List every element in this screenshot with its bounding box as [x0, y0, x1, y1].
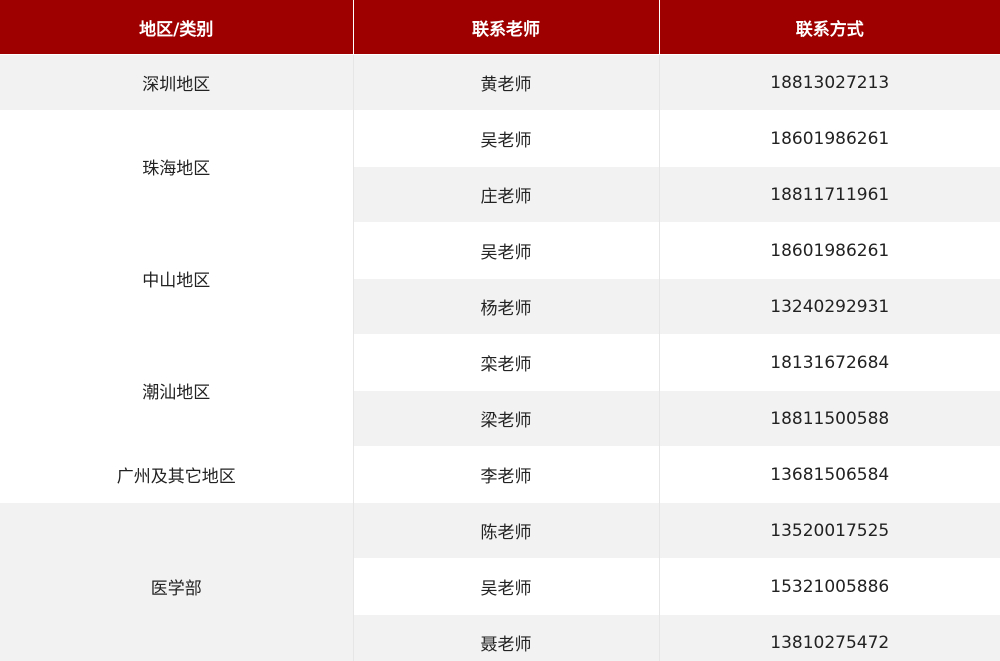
table-header-row: 地区/类别 联系老师 联系方式 [0, 0, 1000, 55]
teacher-cell: 聂老师 [353, 614, 660, 661]
region-cell: 潮汕地区 [0, 334, 354, 447]
teacher-cell: 吴老师 [353, 558, 660, 615]
teacher-cell: 吴老师 [353, 222, 660, 279]
contact-table: 地区/类别 联系老师 联系方式 深圳地区 黄老师 18813027213 珠海地… [0, 0, 1000, 661]
phone-cell: 13520017525 [659, 502, 1000, 559]
teacher-cell: 庄老师 [353, 166, 660, 223]
phone-cell: 18601986261 [659, 222, 1000, 279]
phone-cell: 13810275472 [659, 614, 1000, 661]
phone-cell: 13681506584 [659, 446, 1000, 503]
teacher-cell: 吴老师 [353, 110, 660, 167]
phone-cell: 13240292931 [659, 278, 1000, 335]
region-cell: 深圳地区 [0, 54, 354, 111]
phone-cell: 15321005886 [659, 558, 1000, 615]
phone-cell: 18813027213 [659, 54, 1000, 111]
region-cell: 中山地区 [0, 222, 354, 335]
table-row: 潮汕地区 栾老师 18131672684 [0, 334, 1000, 447]
table-row: 广州及其它地区 李老师 13681506584 [0, 446, 1000, 503]
teacher-cell: 黄老师 [353, 54, 660, 111]
contact-column-header: 联系方式 [659, 0, 1000, 55]
table-row: 深圳地区 黄老师 18813027213 [0, 54, 1000, 111]
teacher-column-header: 联系老师 [353, 0, 660, 55]
teacher-cell: 陈老师 [353, 502, 660, 559]
table-row: 医学部 陈老师 13520017525 [0, 502, 1000, 661]
phone-cell: 18811711961 [659, 166, 1000, 223]
region-column-header: 地区/类别 [0, 0, 354, 55]
table-row: 中山地区 吴老师 18601986261 [0, 222, 1000, 335]
teacher-cell: 栾老师 [353, 334, 660, 391]
phone-cell: 18601986261 [659, 110, 1000, 167]
region-cell: 广州及其它地区 [0, 446, 354, 503]
teacher-cell: 杨老师 [353, 278, 660, 335]
region-cell: 医学部 [0, 502, 354, 661]
phone-cell: 18131672684 [659, 334, 1000, 391]
table-row: 珠海地区 吴老师 18601986261 [0, 110, 1000, 223]
phone-cell: 18811500588 [659, 390, 1000, 447]
region-cell: 珠海地区 [0, 110, 354, 223]
teacher-cell: 李老师 [353, 446, 660, 503]
teacher-cell: 梁老师 [353, 390, 660, 447]
